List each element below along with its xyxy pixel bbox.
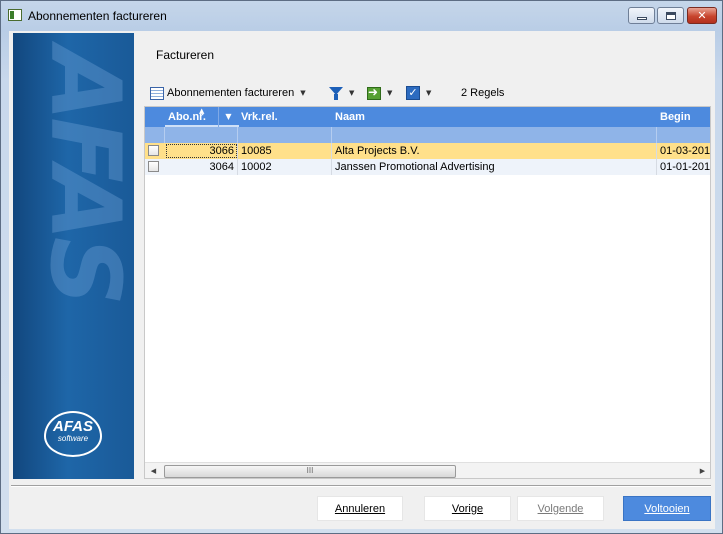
side-banner: AFAS AFAS software: [13, 33, 134, 479]
minimize-icon: [636, 16, 647, 20]
row-checkbox[interactable]: [148, 161, 159, 172]
finish-button[interactable]: Voltooien: [623, 496, 711, 521]
row-count: 2 Regels: [461, 87, 505, 99]
grid-toolbar: Abonnementen factureren ▼ ▼ ▼ ✓ ▼ 2 Rege…: [149, 83, 709, 103]
scroll-thumb[interactable]: III: [164, 465, 456, 478]
filter-cell: [145, 127, 165, 143]
logo-sub-text: software: [57, 434, 89, 443]
cell-abo[interactable]: 3064: [165, 159, 238, 175]
cell-abo[interactable]: 3066: [165, 143, 238, 159]
green-arrow-icon: [367, 85, 381, 100]
app-icon: [8, 9, 22, 21]
banner-watermark: AFAS: [29, 47, 134, 302]
afas-logo: AFAS software: [44, 411, 102, 457]
cell-naam[interactable]: Janssen Promotional Advertising: [332, 159, 657, 175]
cell-rel[interactable]: 10002: [238, 159, 332, 175]
filter-cell-rel[interactable]: [238, 127, 332, 143]
next-button[interactable]: Volgende: [517, 496, 604, 521]
chevron-down-icon: ▼: [225, 112, 232, 121]
dialog-client: AFAS AFAS software Factureren Abonnement…: [9, 31, 715, 529]
chevron-down-icon: ▼: [387, 89, 393, 97]
checkbox-icon: ✓: [406, 86, 420, 100]
filter-icon: [329, 87, 343, 100]
cancel-button-label: Annuleren: [334, 503, 386, 515]
sort-ascending-icon: ▲: [199, 107, 205, 115]
cell-begin[interactable]: 01-03-201: [657, 143, 710, 159]
title-bar[interactable]: Abonnementen factureren ✕: [1, 1, 722, 29]
row-checkbox[interactable]: [148, 145, 159, 156]
footer-divider: [11, 485, 711, 487]
chevron-down-icon: ▼: [300, 89, 306, 97]
column-header-rel[interactable]: Vrk.rel.: [238, 107, 332, 127]
previous-button-label: Vorige: [451, 503, 484, 515]
filter-cell-abo[interactable]: [165, 127, 238, 143]
logo-main-text: AFAS: [52, 418, 93, 435]
horizontal-scrollbar[interactable]: ◀ III ▶: [145, 462, 710, 478]
step-heading: Factureren: [156, 48, 215, 62]
chevron-down-icon: ▼: [426, 89, 432, 97]
next-button-label: Volgende: [537, 503, 584, 515]
window-title: Abonnementen factureren: [28, 9, 167, 23]
filter-cell-naam[interactable]: [332, 127, 657, 143]
close-icon: ✕: [697, 9, 707, 22]
table-row[interactable]: 3066 10085 Alta Projects B.V. 01-03-201: [145, 143, 710, 159]
grid-header: ▲ Abo.nr. ▼ Vrk.rel. Naam Begin: [145, 107, 710, 127]
minimize-button[interactable]: [628, 7, 655, 24]
previous-button[interactable]: Vorige: [424, 496, 511, 521]
column-dropdown-button[interactable]: ▼: [218, 107, 238, 127]
cell-naam[interactable]: Alta Projects B.V.: [332, 143, 657, 159]
wizard-window: Abonnementen factureren ✕ AFAS AFAS soft…: [0, 0, 723, 534]
cancel-button[interactable]: Annuleren: [317, 496, 403, 521]
grid-view-icon: [150, 86, 164, 100]
table-row[interactable]: 3064 10002 Janssen Promotional Advertisi…: [145, 159, 710, 175]
view-selector[interactable]: Abonnementen factureren ▼: [150, 83, 306, 103]
maximize-icon: [665, 11, 676, 20]
close-button[interactable]: ✕: [687, 7, 717, 24]
cell-begin[interactable]: 01-01-201: [657, 159, 710, 175]
filter-row[interactable]: [145, 127, 710, 143]
column-header-begin[interactable]: Begin: [657, 107, 710, 127]
maximize-button[interactable]: [657, 7, 684, 24]
select-button[interactable]: ✓ ▼: [406, 83, 431, 103]
chevron-down-icon: ▼: [349, 89, 355, 97]
finish-button-label: Voltooien: [644, 503, 690, 515]
view-selector-label: Abonnementen factureren: [167, 87, 295, 99]
scroll-right-icon[interactable]: ▶: [694, 463, 710, 478]
subscriptions-grid[interactable]: ▲ Abo.nr. ▼ Vrk.rel. Naam Begin 3066 100…: [144, 106, 711, 479]
action-button[interactable]: ▼: [367, 83, 392, 103]
column-header-naam[interactable]: Naam: [332, 107, 657, 127]
scroll-left-icon[interactable]: ◀: [145, 463, 162, 478]
cell-rel[interactable]: 10085: [238, 143, 332, 159]
filter-button[interactable]: ▼: [329, 83, 354, 103]
